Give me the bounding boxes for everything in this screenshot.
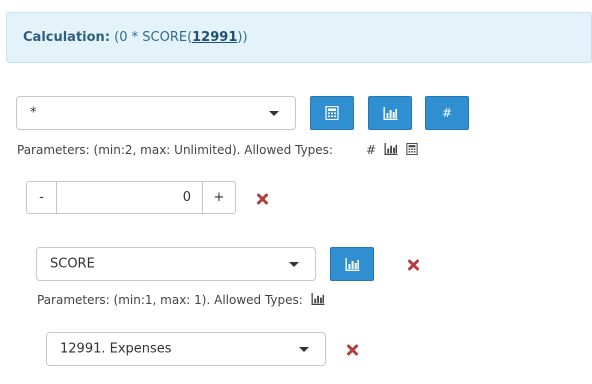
chevron-down-icon [299, 347, 309, 352]
hash-icon: # [366, 143, 377, 157]
calculation-expression: Calculation: (0 * SCORE(12991)) [23, 30, 248, 45]
operator-params-text: Parameters: (min:2, max: Unlimited). All… [17, 143, 333, 157]
decrement-label: - [39, 190, 44, 205]
bar-chart-icon [384, 143, 398, 155]
calculation-expr-id-link[interactable]: 12991 [192, 30, 237, 45]
calculator-icon [406, 143, 418, 155]
calculation-expr-suffix: )) [237, 30, 248, 45]
calculation-banner: Calculation: (0 * SCORE(12991)) [6, 12, 592, 63]
calculation-expr-prefix: (0 * SCORE( [110, 30, 193, 45]
operator-allowed-types: # [366, 143, 418, 157]
score-param-select[interactable]: 12991. Expenses [46, 332, 326, 366]
add-score-button[interactable] [368, 96, 412, 130]
operator-select-value: * [30, 105, 37, 121]
number-input[interactable]: 0 [57, 181, 203, 214]
operator-params-label: Parameters: (min:2, max: Unlimited). All… [17, 143, 333, 157]
operator-select[interactable]: * [16, 96, 296, 130]
increment-button[interactable]: + [202, 181, 236, 214]
remove-number-icon[interactable] [255, 192, 269, 206]
increment-label: + [213, 190, 225, 205]
function-select-value: SCORE [50, 256, 95, 272]
add-number-button[interactable]: # [425, 96, 469, 130]
bar-chart-icon [311, 293, 325, 305]
bar-chart-icon [345, 257, 359, 271]
decrement-button[interactable]: - [26, 181, 57, 214]
function-params-label: Parameters: (min:1, max: 1). Allowed Typ… [37, 293, 303, 307]
add-score-param-button[interactable] [330, 247, 374, 281]
calculation-label: Calculation: [23, 30, 111, 45]
calculator-icon [325, 106, 339, 120]
function-params-text: Parameters: (min:1, max: 1). Allowed Typ… [37, 293, 325, 307]
add-calculation-button[interactable] [310, 96, 354, 130]
bar-chart-icon [383, 106, 397, 120]
remove-score-param-icon[interactable] [345, 343, 359, 357]
remove-function-icon[interactable] [406, 258, 420, 272]
chevron-down-icon [289, 262, 299, 267]
number-input-value: 0 [182, 190, 191, 205]
function-select[interactable]: SCORE [36, 247, 316, 281]
hash-icon: # [441, 106, 453, 120]
chevron-down-icon [269, 111, 279, 116]
score-param-select-value: 12991. Expenses [60, 341, 172, 357]
